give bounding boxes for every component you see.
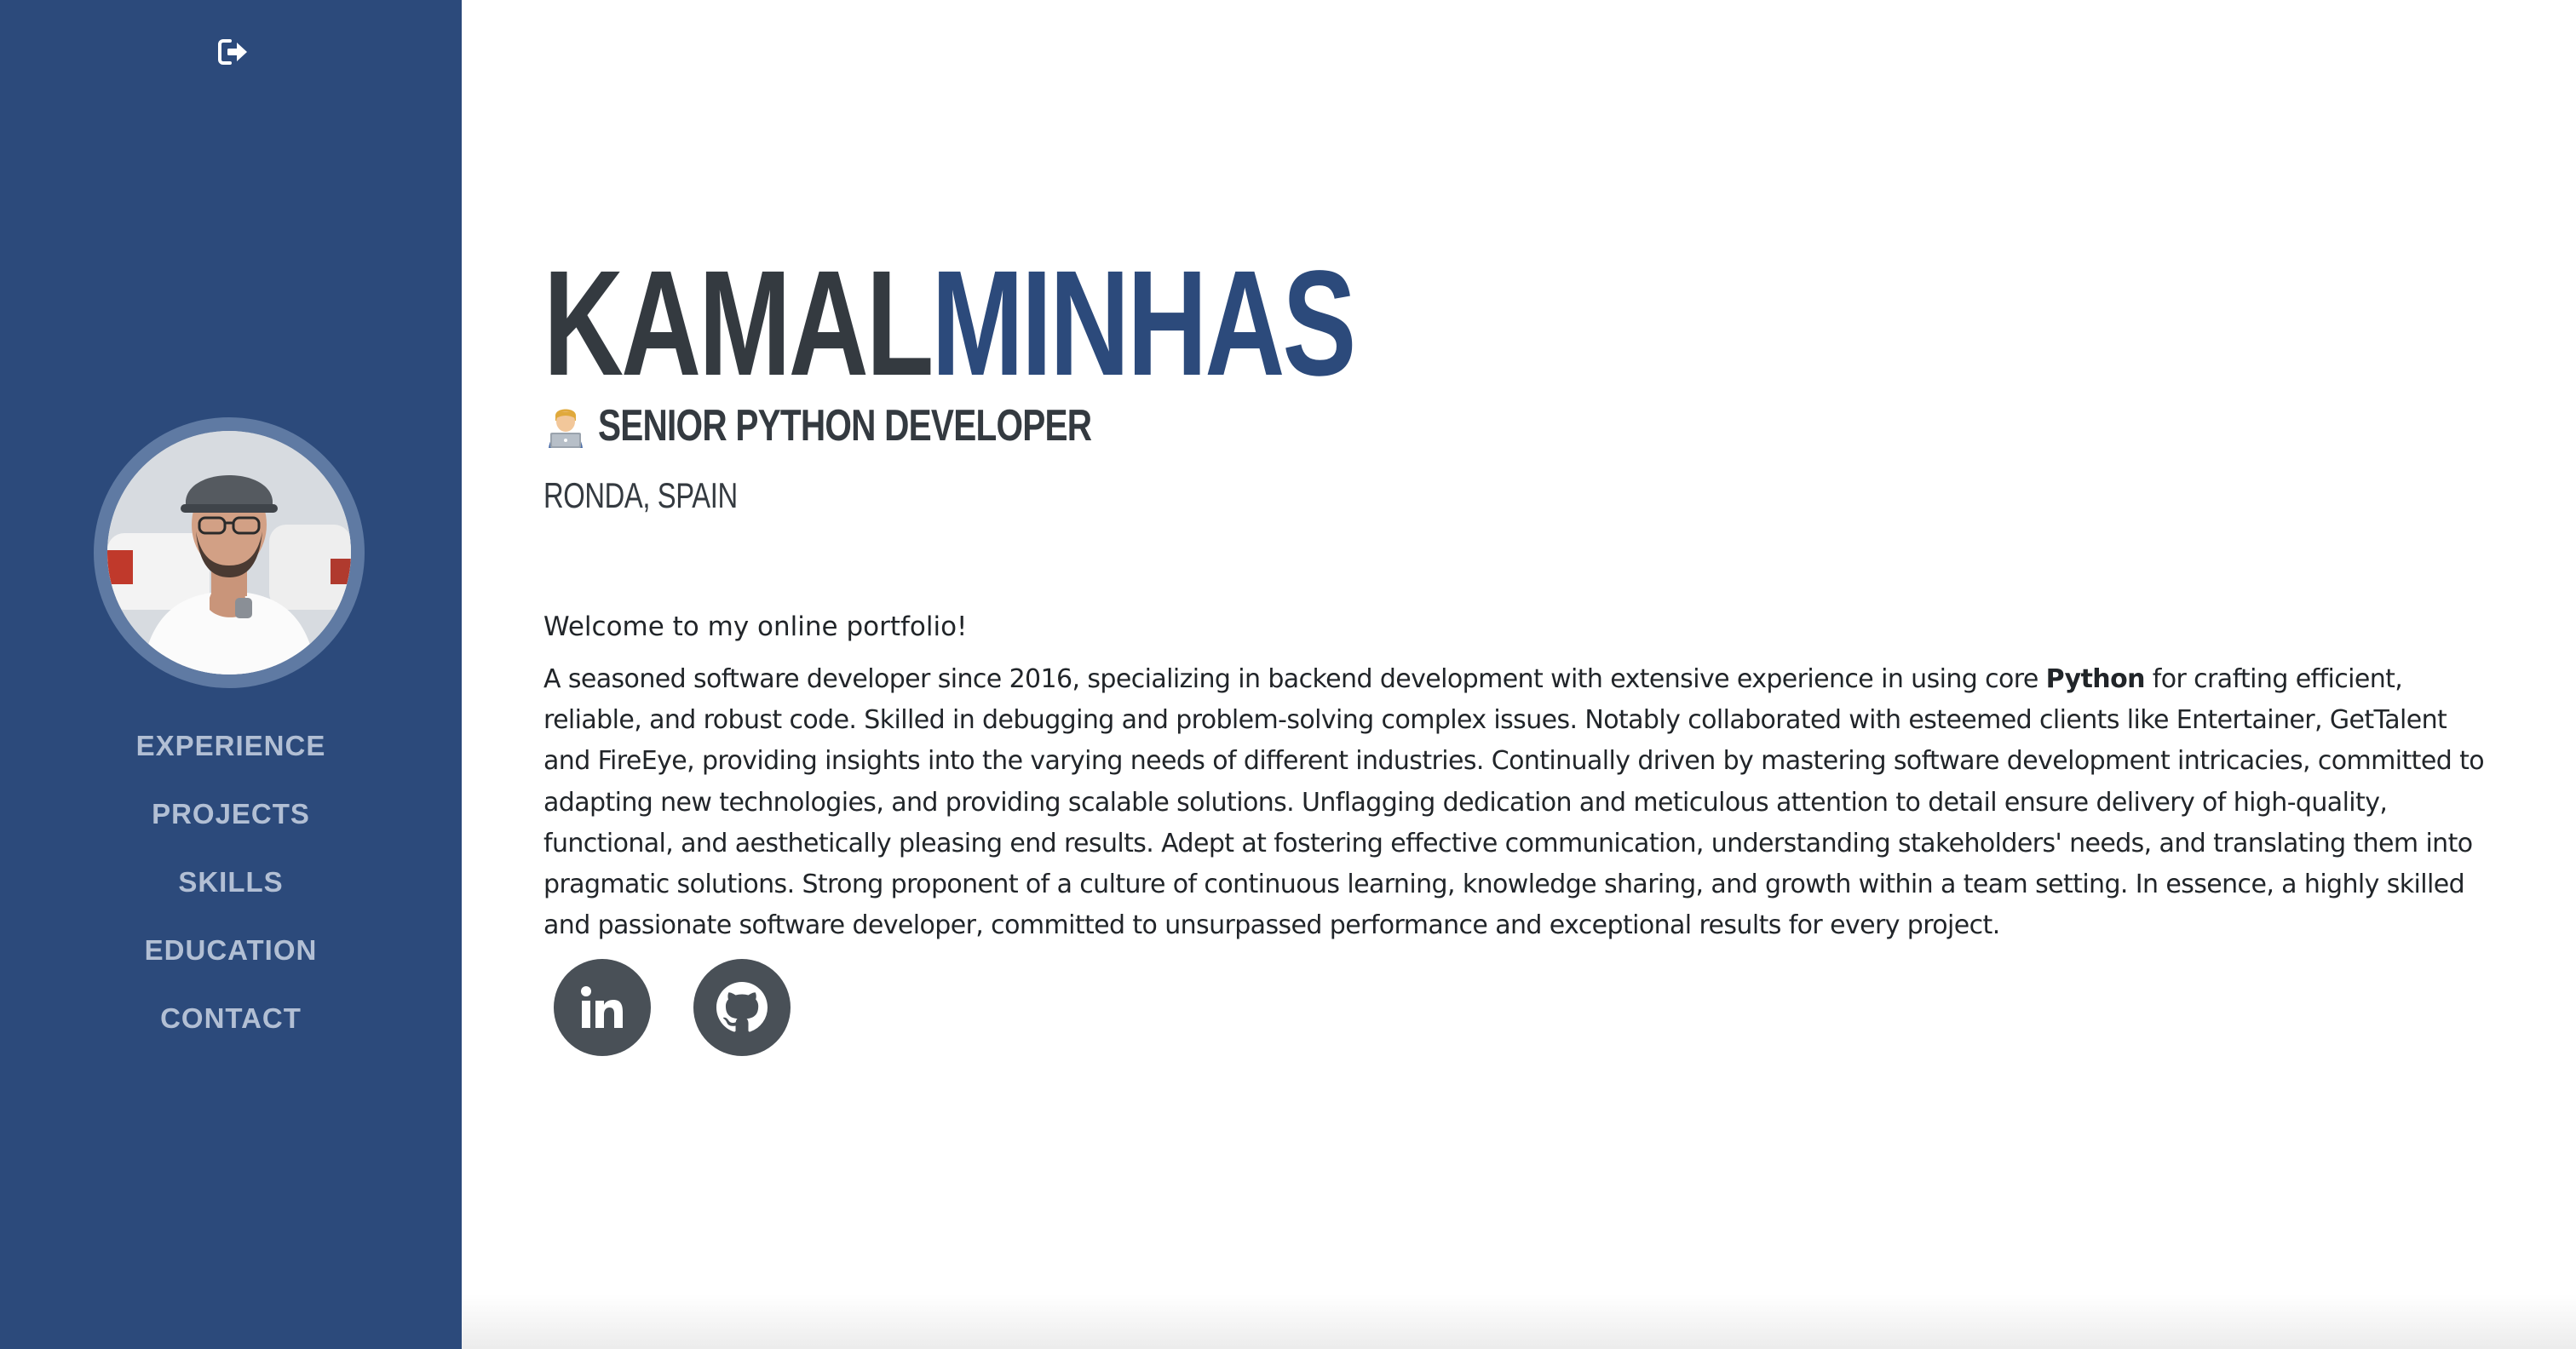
welcome-text: Welcome to my online portfolio! — [543, 611, 968, 642]
role-title: SENIOR PYTHON DEVELOPER — [598, 401, 1092, 451]
github-icon — [716, 982, 768, 1032]
portfolio-page: EXPERIENCE PROJECTS SKILLS EDUCATION CON… — [0, 0, 2576, 1349]
nav-link-contact[interactable]: CONTACT — [160, 1002, 302, 1035]
social-links — [554, 959, 833, 1056]
bio-text-end: for crafting efficient, reliable, and ro… — [543, 664, 2485, 941]
github-button[interactable] — [693, 959, 791, 1056]
last-name: MINHAS — [931, 240, 1356, 407]
linkedin-icon — [581, 986, 623, 1028]
nav-item-skills: SKILLS — [0, 848, 462, 916]
bio-text-start: A seasoned software developer since 2016… — [543, 664, 2046, 694]
sign-out-button[interactable] — [216, 36, 250, 68]
nav-link-education[interactable]: EDUCATION — [145, 934, 318, 967]
page-title: KAMALMINHAS — [543, 247, 1356, 400]
profile-photo-illustration — [107, 431, 351, 674]
sidebar-nav: EXPERIENCE PROJECTS SKILLS EDUCATION CON… — [0, 712, 462, 1053]
location: RONDA, SPAIN — [543, 475, 738, 515]
nav-item-contact: CONTACT — [0, 984, 462, 1053]
avatar — [94, 417, 365, 688]
role-heading: SENIOR PYTHON DEVELOPER — [543, 400, 1231, 451]
nav-item-education: EDUCATION — [0, 916, 462, 984]
nav-item-experience: EXPERIENCE — [0, 712, 462, 780]
sign-out-icon — [218, 39, 247, 65]
nav-item-projects: PROJECTS — [0, 780, 462, 848]
nav-link-projects[interactable]: PROJECTS — [152, 798, 310, 830]
first-name: KAMAL — [543, 240, 934, 407]
sidebar: EXPERIENCE PROJECTS SKILLS EDUCATION CON… — [0, 0, 462, 1349]
profile-photo — [107, 431, 351, 674]
linkedin-button[interactable] — [554, 959, 651, 1056]
bio-highlight: Python — [2045, 664, 2146, 694]
nav-link-experience[interactable]: EXPERIENCE — [136, 730, 326, 762]
nav-link-skills[interactable]: SKILLS — [178, 866, 283, 898]
bottom-shadow — [462, 1294, 2576, 1349]
technologist-icon — [543, 404, 588, 448]
bio-paragraph: A seasoned software developer since 2016… — [543, 659, 2494, 946]
